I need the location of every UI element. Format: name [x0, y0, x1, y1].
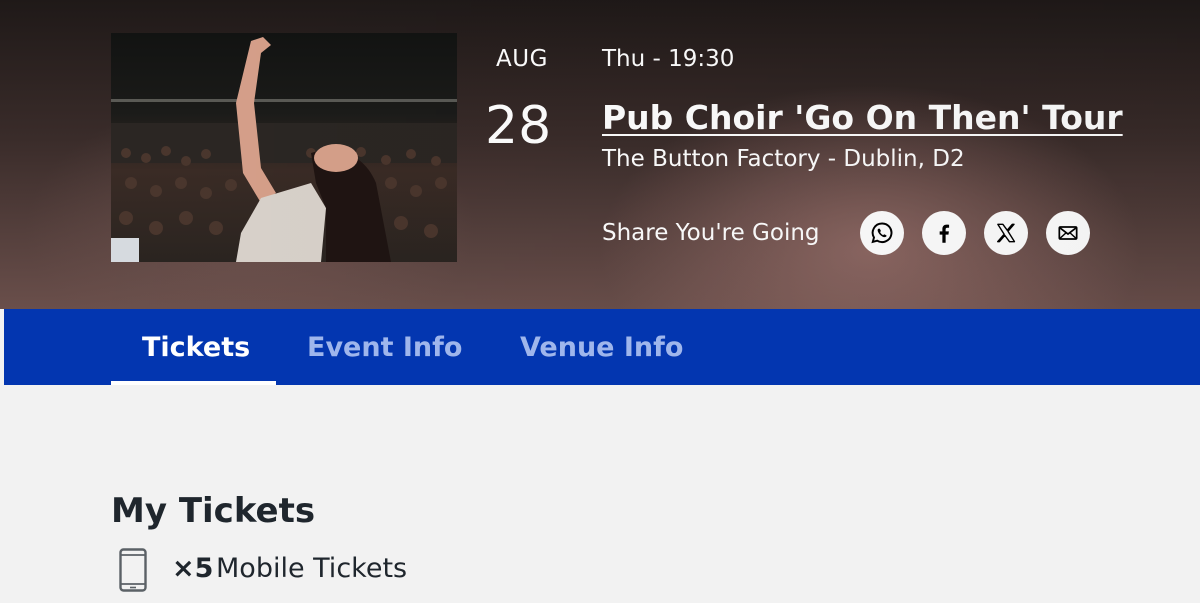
facebook-icon: [939, 224, 950, 243]
tickets-section: My Tickets ×5 Mobile Tickets: [0, 385, 1200, 603]
event-month: AUG: [496, 46, 548, 72]
share-whatsapp-button[interactable]: [860, 211, 904, 255]
share-x-button[interactable]: [984, 211, 1028, 255]
event-day: 28: [485, 96, 552, 156]
my-tickets-heading: My Tickets: [111, 491, 316, 531]
whatsapp-icon: [871, 222, 893, 244]
share-email-button[interactable]: [1046, 211, 1090, 255]
tab-venue-info[interactable]: Venue Info: [520, 309, 683, 385]
performer-photo-icon: [111, 37, 457, 262]
event-image: [111, 33, 457, 262]
mobile-phone-icon: [119, 548, 147, 592]
email-icon: [1058, 226, 1078, 240]
event-header: AUG 28 Thu - 19:30 Pub Choir 'Go On Then…: [0, 0, 1200, 309]
event-title-link[interactable]: Pub Choir 'Go On Then' Tour: [602, 98, 1123, 137]
event-tabs: Tickets Event Info Venue Info: [4, 309, 1200, 385]
event-page: AUG 28 Thu - 19:30 Pub Choir 'Go On Then…: [0, 0, 1200, 603]
share-label: Share You're Going: [602, 220, 820, 246]
x-icon: [996, 223, 1016, 243]
tab-event-info[interactable]: Event Info: [307, 309, 462, 385]
share-facebook-button[interactable]: [922, 211, 966, 255]
ticket-count: ×5: [172, 553, 214, 584]
tab-tickets[interactable]: Tickets: [142, 309, 250, 385]
event-time: Thu - 19:30: [602, 46, 735, 72]
event-venue: The Button Factory - Dublin, D2: [602, 146, 965, 172]
ticket-type: Mobile Tickets: [216, 553, 408, 584]
